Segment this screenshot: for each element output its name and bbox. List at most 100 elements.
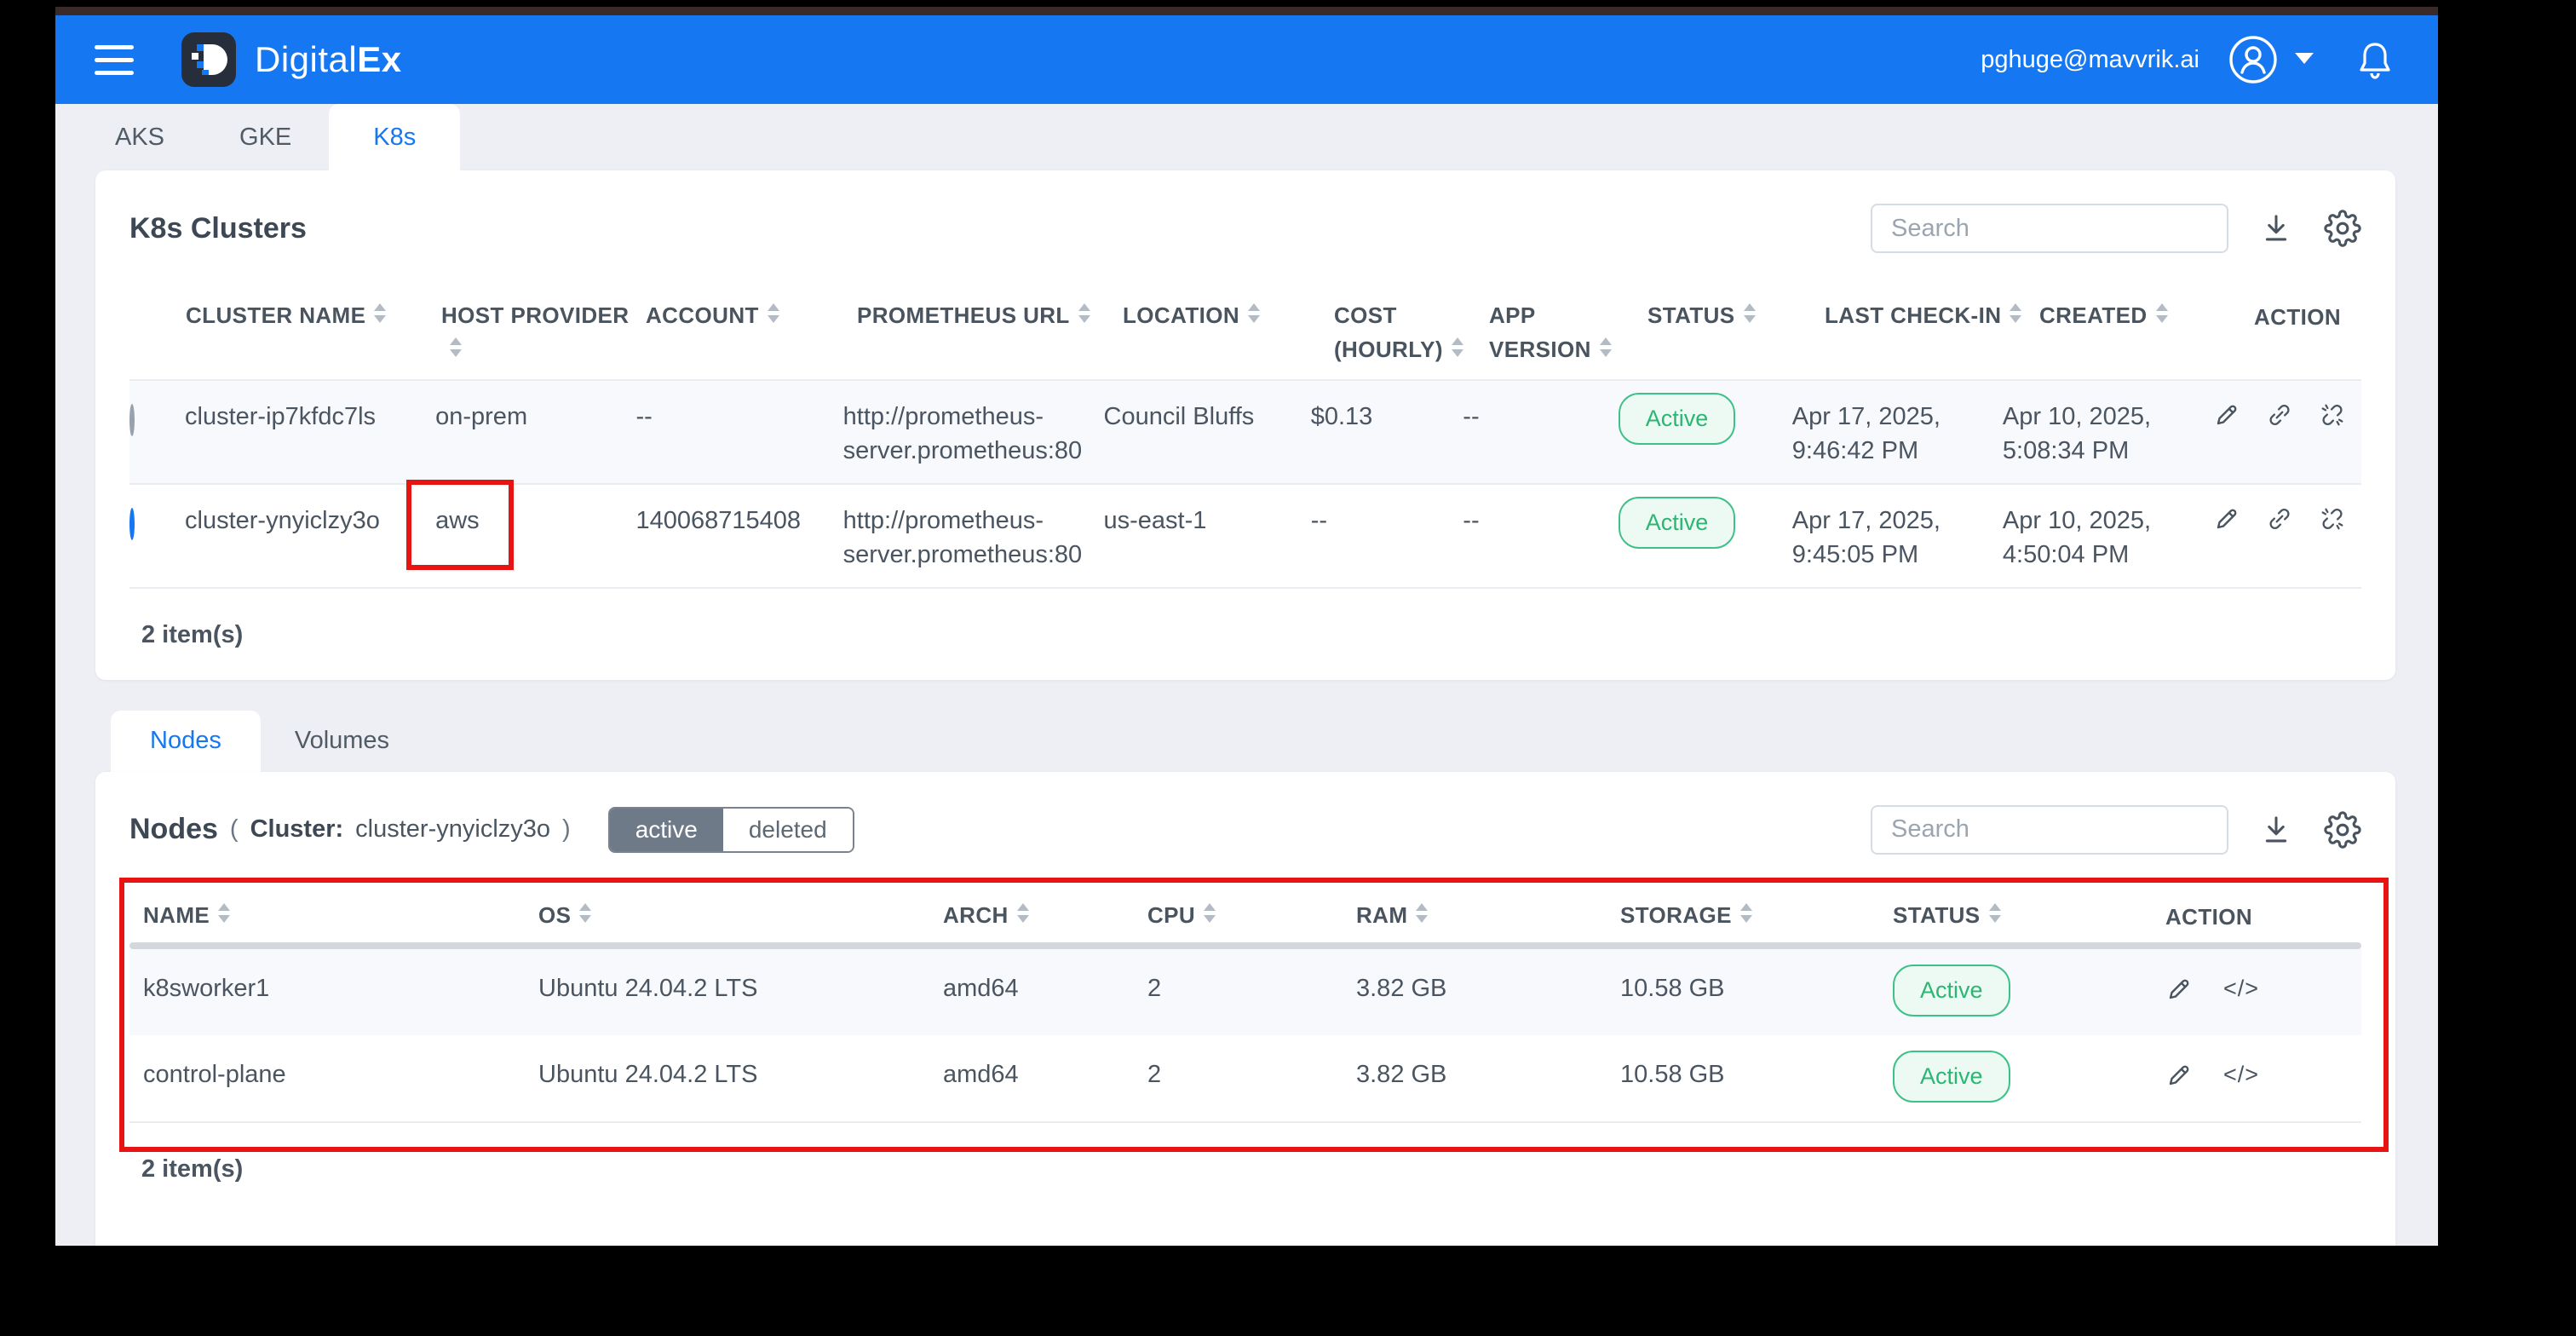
location: us-east-1: [1103, 506, 1207, 534]
sort-icon[interactable]: [2010, 303, 2023, 323]
sort-icon[interactable]: [1016, 902, 1031, 923]
col-app-version[interactable]: APP VERSION: [1489, 298, 1647, 367]
horizontal-scrollbar[interactable]: [129, 942, 2361, 949]
status-badge: Active: [1893, 964, 2010, 1017]
host-provider: on-prem: [435, 402, 528, 430]
user-avatar-icon[interactable]: [2228, 35, 2278, 84]
edit-pencil-icon[interactable]: [2165, 976, 2193, 1003]
col-action: ACTION: [2254, 304, 2342, 330]
link-icon[interactable]: [2266, 505, 2293, 533]
col-os[interactable]: OS: [538, 898, 943, 932]
code-terminal-icon[interactable]: </>: [2223, 1059, 2259, 1091]
sort-icon[interactable]: [1743, 303, 1757, 323]
sort-icon[interactable]: [1204, 902, 1217, 923]
col-host-provider[interactable]: HOST PROVIDER: [441, 298, 646, 367]
cluster-value: cluster-ynyiclzy3o: [355, 815, 551, 844]
provider-tabbar: AKS GKE K8s: [55, 104, 2438, 170]
col-ram[interactable]: RAM: [1356, 898, 1620, 932]
node-cpu: 2: [1147, 1061, 1162, 1089]
app-version: --: [1463, 506, 1480, 534]
tab-gke[interactable]: GKE: [202, 104, 329, 170]
col-prometheus-url[interactable]: PROMETHEUS URL: [857, 298, 1123, 332]
link-icon[interactable]: [2266, 401, 2293, 429]
col-cluster-name[interactable]: CLUSTER NAME: [186, 298, 441, 332]
hamburger-menu-icon[interactable]: [95, 44, 134, 75]
location: Council Bluffs: [1103, 402, 1255, 430]
account: 140068715408: [635, 506, 802, 534]
col-created[interactable]: CREATED: [2039, 298, 2254, 332]
nodes-download-button[interactable]: [2259, 813, 2293, 847]
sort-icon[interactable]: [374, 303, 388, 323]
table-row: cluster-ip7kfdc7ls on-prem -- http://pro…: [129, 378, 2361, 483]
last-check-in: Apr 17, 2025, 9:46:42 PM: [1791, 402, 1941, 464]
clusters-download-button[interactable]: [2259, 211, 2293, 245]
clusters-search-input[interactable]: [1871, 204, 2228, 253]
col-storage[interactable]: STORAGE: [1620, 898, 1893, 932]
sort-icon[interactable]: [1739, 902, 1754, 923]
app-header: DigitalEx pghuge@mavvrik.ai: [55, 15, 2438, 104]
sort-icon[interactable]: [767, 303, 781, 323]
edit-pencil-icon[interactable]: [2165, 1062, 2193, 1089]
node-cpu: 2: [1147, 974, 1162, 1002]
notifications-bell-icon[interactable]: [2356, 39, 2394, 80]
status-badge: Active: [1893, 1051, 2010, 1103]
node-storage: 10.58 GB: [1620, 974, 1725, 1002]
col-cpu[interactable]: CPU: [1147, 898, 1356, 932]
nodes-table-header: NAME OS ARCH CPU RAM STORAGE STATUS ACTI…: [129, 886, 2361, 942]
clusters-title: K8s Clusters: [129, 211, 307, 245]
host-provider: aws: [435, 506, 480, 534]
nodes-items-count: 2 item(s): [141, 1155, 244, 1183]
sort-icon[interactable]: [1416, 902, 1429, 923]
sort-icon[interactable]: [218, 902, 232, 923]
nodes-card: Nodes ( Cluster: cluster-ynyiclzy3o ) ac…: [95, 771, 2395, 1246]
sort-icon[interactable]: [2155, 303, 2170, 323]
edit-pencil-icon[interactable]: [2213, 505, 2240, 533]
clusters-card: K8s Clusters CLUSTER NA: [95, 170, 2395, 680]
clusters-table-header: CLUSTER NAME HOST PROVIDER ACCOUNT PROME…: [129, 285, 2361, 379]
sort-icon[interactable]: [1451, 337, 1465, 358]
sort-icon[interactable]: [1599, 337, 1613, 358]
code-terminal-icon[interactable]: </>: [2223, 973, 2259, 1005]
account-caret-down-icon[interactable]: [2295, 53, 2314, 73]
created: Apr 10, 2025, 5:08:34 PM: [2002, 402, 2152, 464]
col-status[interactable]: STATUS: [1893, 898, 2165, 932]
sort-icon[interactable]: [1988, 902, 2003, 923]
col-name[interactable]: NAME: [129, 898, 538, 932]
active-deleted-toggle: active deleted: [607, 806, 854, 853]
col-status[interactable]: STATUS: [1647, 298, 1825, 332]
col-last-check-in[interactable]: LAST CHECK-IN: [1825, 298, 2039, 332]
col-arch[interactable]: ARCH: [943, 898, 1147, 932]
tab-nodes[interactable]: Nodes: [111, 710, 261, 772]
row-radio[interactable]: [129, 403, 135, 436]
last-check-in: Apr 17, 2025, 9:45:05 PM: [1791, 506, 1941, 568]
node-ram: 3.82 GB: [1356, 974, 1447, 1002]
sort-icon[interactable]: [450, 337, 463, 358]
nodes-search-input[interactable]: [1871, 804, 2228, 855]
col-location[interactable]: LOCATION: [1123, 298, 1334, 332]
node-ram: 3.82 GB: [1356, 1061, 1447, 1089]
clusters-settings-gear-icon[interactable]: [2324, 210, 2361, 247]
toggle-deleted-button[interactable]: deleted: [722, 808, 853, 851]
clusters-items-count: 2 item(s): [141, 620, 244, 648]
sort-icon[interactable]: [1078, 303, 1092, 323]
toggle-active-button[interactable]: active: [609, 808, 723, 851]
col-cost-hourly[interactable]: COST (HOURLY): [1334, 298, 1489, 367]
tab-volumes[interactable]: Volumes: [261, 711, 423, 772]
unlink-icon[interactable]: [2319, 505, 2346, 533]
col-account[interactable]: ACCOUNT: [646, 298, 857, 332]
status-badge: Active: [1618, 496, 1736, 549]
edit-pencil-icon[interactable]: [2213, 401, 2240, 429]
table-row: k8sworker1 Ubuntu 24.04.2 LTS amd64 2 3.…: [129, 948, 2361, 1036]
cluster-name: cluster-ynyiclzy3o: [185, 506, 380, 534]
app-version: --: [1463, 402, 1480, 430]
digitalex-logo-icon[interactable]: [181, 32, 236, 87]
tab-aks[interactable]: AKS: [78, 104, 202, 170]
tab-k8s[interactable]: K8s: [329, 104, 461, 170]
unlink-icon[interactable]: [2319, 401, 2346, 429]
sort-icon[interactable]: [1248, 303, 1262, 323]
sort-icon[interactable]: [579, 902, 593, 923]
brand-name: DigitalEx: [255, 39, 402, 79]
node-arch: amd64: [943, 974, 1019, 1002]
row-radio-selected[interactable]: [129, 507, 135, 540]
nodes-settings-gear-icon[interactable]: [2324, 810, 2361, 849]
